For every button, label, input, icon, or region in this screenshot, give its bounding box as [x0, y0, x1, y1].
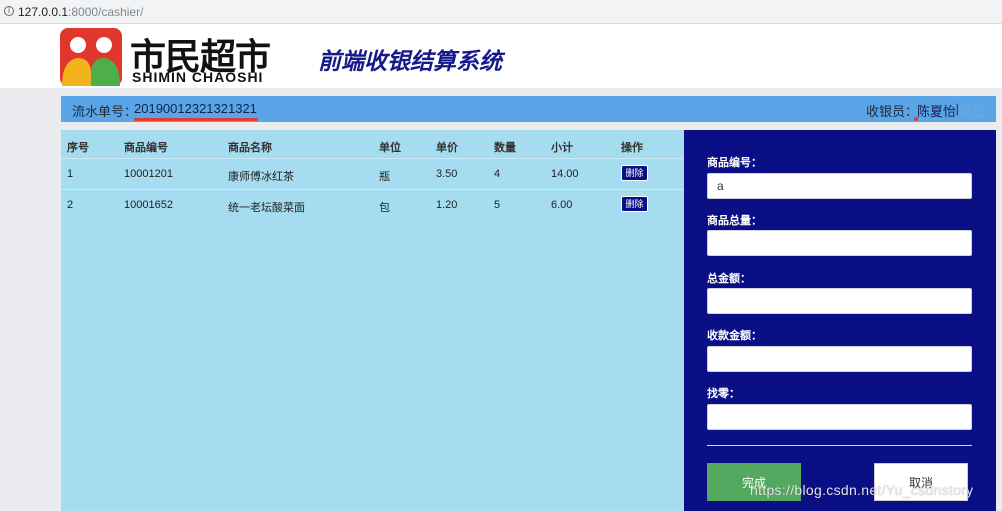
row-price: 1.20 [436, 199, 458, 211]
order-info-bar: 流水单号： 20190012321321321 收银员： 陈夏怡 | 退出 [61, 96, 996, 122]
table-row: 1 10001201 康师傅冰红茶 瓶 3.50 4 14.00 删除 [61, 158, 684, 189]
column-header-index: 序号 [67, 142, 89, 154]
serial-underline-annotation [134, 118, 258, 121]
row-subtotal: 14.00 [551, 168, 579, 180]
column-header-subtotal: 小计 [551, 142, 573, 154]
cashier-label: 收银员： [865, 104, 918, 119]
serial-number-value: 20190012321321321 [134, 101, 257, 116]
row-price: 3.50 [436, 168, 458, 180]
serial-number-label: 流水单号： [72, 104, 138, 119]
column-header-quantity: 数量 [494, 142, 516, 154]
browser-address-bar[interactable]: i 127.0.0.1:8000/cashier/ [0, 0, 1002, 24]
delete-button[interactable]: 删除 [621, 165, 648, 181]
row-index: 2 [67, 199, 74, 211]
cashier-name: 陈夏怡 [916, 104, 956, 119]
checkout-form-panel: 商品编号： 商品总量： 总金额： 收款金额： 找零： 完成 取消 [684, 130, 996, 511]
system-title: 前端收银结算系统 [318, 49, 502, 75]
logo-mark-icon [60, 28, 122, 86]
change-input[interactable] [707, 404, 972, 430]
table-row: 2 10001652 统一老坛酸菜面 包 1.20 5 6.00 删除 [61, 189, 684, 220]
url-host: 127.0.0.1 [18, 5, 69, 19]
row-quantity: 4 [494, 168, 501, 180]
total-quantity-label: 商品总量： [707, 215, 762, 227]
received-amount-label: 收款金额： [707, 330, 762, 342]
received-amount-input[interactable] [707, 346, 972, 372]
column-header-unit: 单位 [379, 142, 401, 154]
row-product-code: 10001652 [124, 199, 173, 211]
form-divider [707, 445, 972, 446]
total-amount-label: 总金额： [707, 273, 751, 285]
url-path: :8000/cashier/ [68, 5, 144, 19]
column-header-action: 操作 [621, 142, 643, 154]
row-unit: 瓶 [379, 171, 390, 183]
delete-button[interactable]: 删除 [621, 196, 648, 212]
page-header: 市民超市 SHIMIN CHAOSHI 前端收银结算系统 [0, 24, 1002, 88]
column-header-name: 商品名称 [228, 142, 272, 154]
logo-english-text: SHIMIN CHAOSHI [132, 69, 264, 85]
row-quantity: 5 [494, 199, 501, 211]
product-code-input[interactable] [707, 173, 972, 199]
row-subtotal: 6.00 [551, 199, 573, 211]
info-icon[interactable]: i [4, 6, 14, 16]
column-header-code: 商品编号 [124, 142, 168, 154]
url-text[interactable]: 127.0.0.1:8000/cashier/ [18, 5, 143, 19]
watermark-text: https://blog.csdn.net/Yu_csdnstory [750, 482, 974, 498]
row-unit: 包 [379, 202, 390, 214]
table-header-row: 序号 商品编号 商品名称 单位 单价 数量 小计 操作 [61, 130, 684, 158]
product-code-label: 商品编号： [707, 157, 762, 169]
row-product-code: 10001201 [124, 168, 173, 180]
product-table: 序号 商品编号 商品名称 单位 单价 数量 小计 操作 1 10001201 康… [61, 130, 684, 511]
total-quantity-input[interactable] [707, 230, 972, 256]
row-index: 1 [67, 168, 74, 180]
column-header-price: 单价 [436, 142, 458, 154]
row-product-name: 统一老坛酸菜面 [228, 202, 305, 214]
total-amount-input[interactable] [707, 288, 972, 314]
change-label: 找零： [707, 388, 740, 400]
row-product-name: 康师傅冰红茶 [228, 171, 294, 183]
logout-link[interactable]: 退出 [959, 101, 985, 120]
